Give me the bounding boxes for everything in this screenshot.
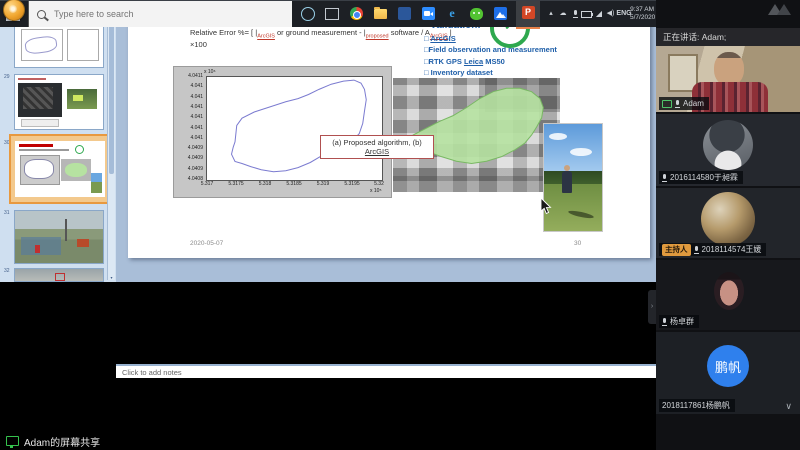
sidebar-collapse-handle[interactable]: ›	[648, 290, 656, 324]
clock-time: 9:37 AM	[630, 6, 654, 14]
app-icon-blue[interactable]	[396, 6, 412, 22]
caption-line1: (a) Proposed algorithm, (b)	[321, 138, 433, 147]
video-tile-p3[interactable]: 主持人 2018114574王媛	[656, 188, 800, 258]
cloud	[549, 133, 567, 140]
y-axis-multiplier: x 10⁶	[204, 69, 216, 75]
mic-icon	[662, 174, 667, 182]
task-view-button[interactable]	[324, 6, 340, 22]
chevron-down-icon[interactable]: ∨	[785, 401, 792, 412]
office-button[interactable]	[3, 0, 25, 21]
notes-pane[interactable]: Click to add notes	[116, 364, 656, 378]
meeting-camera-icon[interactable]	[420, 6, 436, 22]
y-tick: 4.0409	[174, 155, 203, 161]
share-banner: Adam的屏幕共享	[6, 434, 100, 448]
scroll-down-icon[interactable]: ▾	[108, 275, 115, 280]
video-tile-p2[interactable]: 2016114580于昶霖	[656, 114, 800, 186]
panel-scrollbar[interactable]: ▴ ▾	[107, 16, 115, 280]
x-axis-multiplier: x 10⁵	[370, 188, 382, 194]
video-tile-p4[interactable]: 杨卓群	[656, 260, 800, 330]
clock-date: 5/7/2020	[630, 14, 654, 22]
slide-page-number: 30	[574, 240, 581, 247]
avatar-p3	[701, 192, 755, 246]
avatar-p5: 鹏帆	[707, 345, 749, 387]
network-icon[interactable]: ◢	[594, 1, 604, 27]
chrome-icon[interactable]	[348, 6, 364, 22]
mic-icon	[662, 318, 667, 326]
voov-icon[interactable]	[492, 6, 508, 22]
matlab-figure: x 10⁶ x 10⁵ 4.0411 4.041 4.041 4.041 4.0…	[173, 66, 392, 198]
slide-thumbnail-29[interactable]	[14, 74, 104, 130]
slide-thumbnail-31[interactable]	[14, 210, 104, 264]
screen: Presentation1 - Microsoft PowerPoint ▣ ↶…	[0, 0, 800, 450]
checkbox-icon: □	[424, 68, 429, 77]
speaking-indicator: 正在讲话: Adam;	[656, 28, 800, 46]
caption-box: (a) Proposed algorithm, (b) ArcGIS	[320, 135, 434, 159]
video-tile-p5[interactable]: 鹏帆 2018117861杨鹏帆 ∨	[656, 332, 800, 414]
mic-icon	[675, 100, 680, 108]
screen-share-icon	[662, 100, 672, 108]
mouse-cursor	[540, 198, 552, 216]
photo-grass	[544, 184, 602, 231]
field-photo	[543, 123, 603, 232]
file-explorer-icon[interactable]	[372, 6, 388, 22]
taskbar-clock[interactable]: 9:37 AM 5/7/2020	[630, 6, 654, 32]
search-input[interactable]	[52, 8, 256, 20]
slide-thumbnail-30-selected[interactable]	[9, 134, 111, 204]
caption-line2: ArcGIS	[321, 147, 433, 156]
name-label-p3: 主持人 2018114574王媛	[659, 243, 766, 256]
person-silhouette	[561, 165, 572, 195]
battery-icon[interactable]	[581, 1, 594, 27]
avatar-p2	[703, 120, 753, 170]
p4-face	[714, 272, 744, 310]
validation-item-inventory: □ Inventory dataset	[424, 68, 614, 77]
thumb-number: 32	[4, 268, 10, 274]
name-label-p2: 2016114580于昶霖	[659, 171, 743, 184]
cloud	[570, 148, 592, 156]
meeting-logo-icon	[768, 3, 792, 15]
validation-item-rtk: □RTK GPS Leica MS50	[424, 57, 614, 66]
adam-face	[714, 52, 744, 86]
slide-date: 2020-05-07	[190, 240, 223, 247]
taskbar: e P ▴ ☁ ◢ ◀) ENG 9:37 AM 5/7/2020	[0, 0, 656, 27]
y-tick: 4.041	[174, 104, 203, 110]
thumb-number: 29	[4, 74, 10, 80]
internet-explorer-icon[interactable]: e	[444, 6, 460, 22]
meeting-sidebar: 正在讲话: Adam; Adam 2016114580于昶霖 主持人	[656, 0, 800, 450]
boundary-polygon	[207, 77, 382, 180]
y-tick: 4.041	[174, 83, 203, 89]
validation-item-field: □Field observation and measurement	[424, 45, 614, 54]
y-tick: 4.0411	[174, 73, 203, 79]
y-tick: 4.0409	[174, 166, 203, 172]
tray-mic-icon[interactable]	[570, 1, 580, 27]
y-tick: 4.041	[174, 114, 203, 120]
name-label-p4: 杨卓群	[659, 315, 699, 328]
mic-icon	[694, 246, 699, 254]
y-tick: 4.041	[174, 94, 203, 100]
thumb-number: 31	[4, 210, 10, 216]
y-tick: 4.0409	[174, 145, 203, 151]
name-label-adam: Adam	[659, 97, 709, 110]
name-label-p5: 2018117861杨鹏帆	[659, 399, 735, 412]
slides-panel: Slides Outline × 28 29 30	[0, 0, 117, 282]
powerpoint-taskbar-button[interactable]: P	[516, 1, 540, 29]
hidden-icons-button[interactable]: ▴	[546, 1, 556, 27]
slide-canvas[interactable]: Data process and analysis Relative Error…	[128, 0, 650, 258]
scrollbar-thumb[interactable]	[109, 24, 114, 174]
video-tile-adam[interactable]: Adam	[656, 46, 800, 112]
share-banner-text: Adam的屏幕共享	[24, 434, 100, 449]
checkbox-icon: □	[424, 34, 429, 43]
host-badge: 主持人	[662, 244, 691, 256]
taskbar-search[interactable]	[28, 1, 292, 27]
volume-icon[interactable]: ◀)	[605, 1, 616, 27]
search-icon	[37, 10, 46, 19]
screen-share-monitor-icon	[6, 436, 19, 446]
cortana-button[interactable]	[300, 6, 316, 22]
slide-thumbnail-32[interactable]	[14, 268, 104, 282]
wechat-icon[interactable]	[468, 6, 484, 22]
y-tick: 4.041	[174, 135, 203, 141]
plot-area	[206, 76, 383, 181]
y-tick: 4.041	[174, 125, 203, 131]
onedrive-cloud-icon[interactable]: ☁	[557, 1, 569, 27]
